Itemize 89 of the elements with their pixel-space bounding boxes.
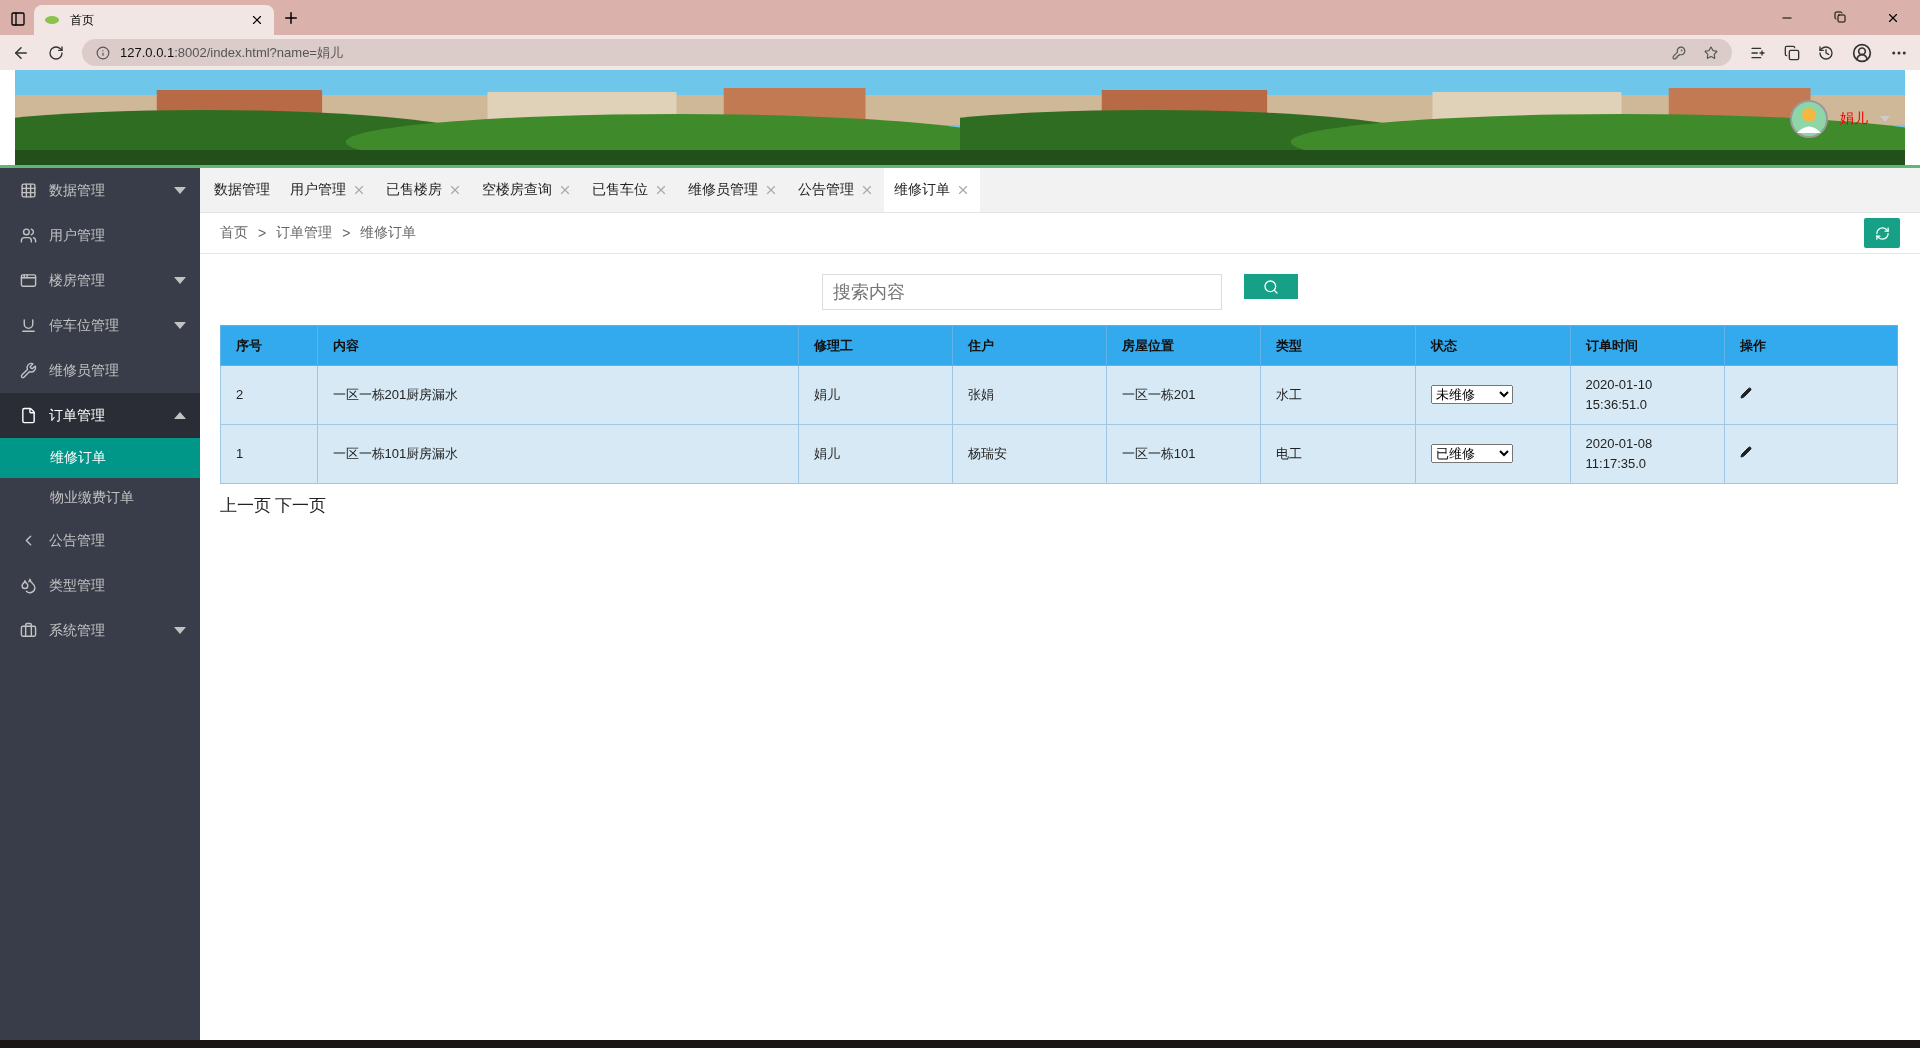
close-icon[interactable] — [250, 13, 264, 27]
page-tab[interactable]: 用户管理 — [280, 168, 376, 212]
column-header: 操作 — [1724, 325, 1898, 366]
reload-icon[interactable] — [48, 44, 64, 61]
column-header: 类型 — [1260, 325, 1416, 366]
users-icon — [20, 227, 37, 244]
page-tab[interactable]: 公告管理 — [788, 168, 884, 212]
sidebar-item[interactable]: 公告管理 — [0, 518, 200, 563]
page-tab[interactable]: 空楼房查询 — [472, 168, 582, 212]
sidebar-item[interactable]: 订单管理 — [0, 393, 200, 438]
breadcrumb-separator: > — [342, 225, 351, 241]
window-icon — [20, 272, 37, 289]
edit-icon[interactable] — [1740, 387, 1753, 399]
table-cell: 一区一栋101厨房漏水 — [317, 424, 799, 484]
star-icon[interactable] — [1704, 45, 1718, 60]
restore-icon[interactable] — [1834, 11, 1846, 23]
table-cell: 一区一栋201 — [1106, 365, 1261, 425]
column-header: 序号 — [220, 325, 318, 366]
droplets-icon — [20, 577, 37, 594]
prev-page-link[interactable]: 上一页 — [220, 494, 271, 517]
grid-icon — [20, 182, 37, 199]
next-page-link[interactable]: 下一页 — [275, 494, 326, 517]
table-cell: 娟儿 — [798, 424, 953, 484]
breadcrumb-link[interactable]: 订单管理 — [276, 224, 333, 242]
table-cell: 张娟 — [952, 365, 1107, 425]
table-cell: 杨瑞安 — [952, 424, 1107, 484]
history-icon[interactable] — [1818, 44, 1834, 61]
wrench-icon — [20, 362, 37, 379]
sidebar-item[interactable]: 维修员管理 — [0, 348, 200, 393]
table-cell: 水工 — [1260, 365, 1416, 425]
underline-icon — [20, 317, 37, 334]
table-cell: 2020-01-08 11:17:35.0 — [1570, 424, 1725, 484]
info-icon — [96, 45, 110, 60]
column-header: 订单时间 — [1570, 325, 1725, 366]
sidebar-subitem[interactable]: 维修订单 — [0, 438, 200, 478]
column-header: 房屋位置 — [1106, 325, 1261, 366]
leaf-icon — [44, 14, 60, 26]
sidebar-subitem[interactable]: 物业缴费订单 — [0, 478, 200, 518]
briefcase-icon — [20, 622, 37, 639]
page-tab[interactable]: 已售楼房 — [376, 168, 472, 212]
sidebar-item[interactable]: 用户管理 — [0, 213, 200, 258]
search-button[interactable] — [1244, 274, 1298, 299]
page-tab[interactable]: 维修员管理 — [678, 168, 788, 212]
breadcrumb-link[interactable]: 维修订单 — [360, 224, 417, 242]
table-cell: 2020-01-10 15:36:51.0 — [1570, 365, 1725, 425]
table-cell: 一区一栋101 — [1106, 424, 1261, 484]
sidebar-item[interactable]: 楼房管理 — [0, 258, 200, 303]
url-text: 127.0.0.1:8002/index.html?name=娟儿 — [120, 43, 343, 62]
table-cell: 娟儿 — [798, 365, 953, 425]
breadcrumb-separator: > — [258, 225, 267, 241]
page-tab[interactable]: 数据管理 — [204, 168, 280, 212]
table-cell: 一区一栋201厨房漏水 — [317, 365, 799, 425]
caret-up-icon — [174, 412, 186, 419]
status-select[interactable]: 已维修 — [1431, 444, 1513, 463]
caret-down-icon — [174, 627, 186, 634]
caret-down-icon — [174, 322, 186, 329]
sidebar-item[interactable]: 停车位管理 — [0, 303, 200, 348]
sidebar-item[interactable]: 数据管理 — [0, 168, 200, 213]
tab-actions-icon[interactable] — [10, 11, 26, 27]
breadcrumb-link[interactable]: 首页 — [220, 224, 248, 242]
new-tab-icon[interactable] — [282, 9, 300, 27]
avatar-icon[interactable] — [1790, 100, 1828, 138]
table-cell: 电工 — [1260, 424, 1416, 484]
status-select[interactable]: 未维修 — [1431, 385, 1513, 404]
address-bar[interactable]: 127.0.0.1:8002/index.html?name=娟儿 — [82, 39, 1732, 66]
table-cell: 1 — [220, 424, 318, 484]
column-header: 状态 — [1415, 325, 1571, 366]
column-header: 内容 — [317, 325, 799, 366]
sidebar-item[interactable]: 类型管理 — [0, 563, 200, 608]
browser-tab[interactable]: 首页 — [34, 5, 274, 35]
search-icon — [1263, 278, 1279, 295]
sidebar-item[interactable]: 系统管理 — [0, 608, 200, 653]
collections-icon[interactable] — [1784, 44, 1800, 61]
caret-down-icon — [174, 277, 186, 284]
close-icon[interactable] — [1886, 11, 1900, 25]
column-header: 住户 — [952, 325, 1107, 366]
refresh-icon — [1874, 225, 1890, 241]
file-icon — [20, 407, 37, 424]
column-header: 修理工 — [798, 325, 953, 366]
key-icon[interactable] — [1672, 45, 1686, 60]
search-field[interactable]: 搜索内容 — [822, 274, 1222, 310]
tab-title: 首页 — [70, 11, 94, 29]
caret-down-icon — [174, 187, 186, 194]
refresh-button[interactable] — [1864, 218, 1900, 248]
profile-icon[interactable] — [1852, 42, 1872, 63]
page-tab[interactable]: 已售车位 — [582, 168, 678, 212]
page-tab[interactable]: 维修订单 — [884, 168, 980, 212]
table-cell: 2 — [220, 365, 318, 425]
edit-icon[interactable] — [1740, 446, 1753, 458]
